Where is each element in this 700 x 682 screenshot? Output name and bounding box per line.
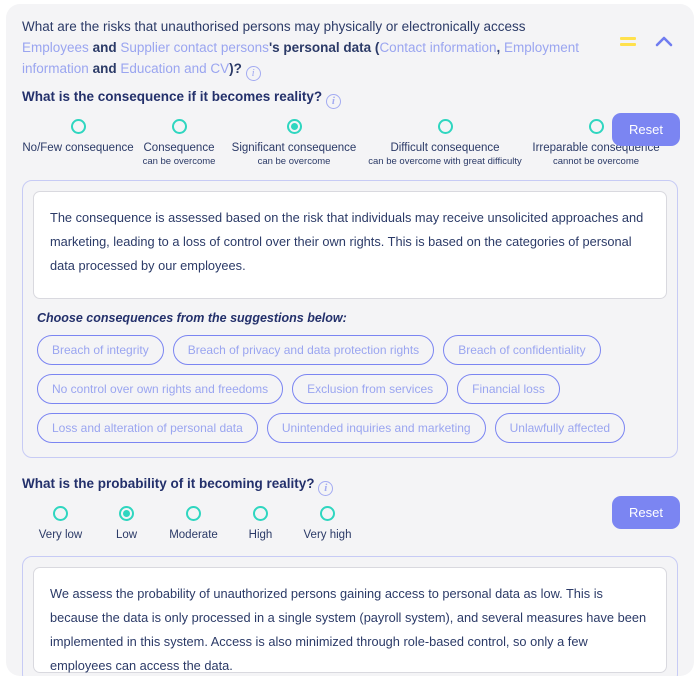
radio-label: High [248, 529, 273, 541]
link-education-and-cv[interactable]: Education and CV [120, 61, 229, 76]
suggestion-chip[interactable]: Financial loss [457, 374, 560, 404]
suggestion-chip[interactable]: Loss and alteration of personal data [37, 413, 258, 443]
radio-sublabel: can be overcome [257, 156, 331, 167]
probability-radio-row: Very low Low Moderate High Very high Res… [6, 496, 694, 544]
radio-dot[interactable] [70, 119, 86, 134]
probability-info-icon[interactable]: i [318, 481, 334, 496]
risk-question-line1: What are the risks that unauthorised per… [22, 19, 526, 34]
radio-label: Difficult consequence [390, 142, 500, 154]
probability-option-0[interactable]: Very low [28, 506, 93, 542]
suggestion-chip[interactable]: Breach of integrity [37, 335, 164, 365]
radio-label: Moderate [169, 529, 218, 541]
radio-dot[interactable] [320, 506, 335, 521]
radio-sublabel: cannot be overcome [552, 156, 640, 167]
suggestion-chip[interactable]: Exclusion from services [292, 374, 449, 404]
consequence-section-label: What is the consequence if it becomes re… [6, 81, 694, 109]
radio-sublabel: can be overcome [142, 156, 216, 167]
link-employees[interactable]: Employees [22, 40, 89, 55]
consequence-answer-textarea[interactable]: The consequence is assessed based on the… [33, 191, 667, 299]
radio-label: No/Few consequence [22, 142, 134, 154]
probability-option-2[interactable]: Moderate [160, 506, 227, 542]
radio-dot[interactable] [588, 119, 604, 134]
probability-section-label: What is the probability of it becoming r… [6, 458, 694, 496]
radio-dot[interactable] [437, 119, 453, 134]
consequence-info-icon[interactable]: i [325, 94, 341, 109]
probability-panel: We assess the probability of unauthorize… [22, 556, 678, 676]
radio-label: Low [115, 529, 138, 541]
question-mid-text: 's personal data ( [268, 40, 380, 55]
consequence-panel: The consequence is assessed based on the… [22, 180, 678, 458]
radio-dot[interactable] [253, 506, 268, 521]
chevron-up-icon[interactable] [654, 34, 674, 48]
consequence-reset-button[interactable]: Reset [612, 113, 680, 146]
consequence-radio-group: No/Few consequence Consequence can be ov… [6, 119, 694, 168]
probability-option-4[interactable]: Very high [294, 506, 361, 542]
radio-dot[interactable] [171, 119, 187, 134]
suggestion-chip[interactable]: Breach of confidentiality [443, 335, 601, 365]
link-supplier-contact-persons[interactable]: Supplier contact persons [120, 40, 269, 55]
radio-dot[interactable] [286, 119, 302, 134]
suggestion-chip[interactable]: Breach of privacy and data protection ri… [172, 335, 435, 365]
probability-label-text: What is the probability of it becoming r… [22, 476, 315, 491]
risk-assessment-card: What are the risks that unauthorised per… [6, 4, 694, 676]
radio-label: Significant consequence [231, 142, 357, 154]
consequence-label-text: What is the consequence if it becomes re… [22, 89, 323, 104]
conjunction-and-1: and [92, 40, 117, 55]
probability-answer-textarea[interactable]: We assess the probability of unauthorize… [33, 567, 667, 673]
radio-label: Very high [303, 529, 352, 541]
risk-question: What are the risks that unauthorised per… [22, 16, 620, 81]
suggestion-chip[interactable]: No control over own rights and freedoms [37, 374, 284, 404]
probability-radio-group: Very low Low Moderate High Very high [6, 506, 694, 542]
suggestion-chip[interactable]: Unintended inquiries and marketing [266, 413, 486, 443]
consequence-suggestion-chips: Breach of integrity Breach of privacy an… [33, 325, 667, 447]
probability-option-3[interactable]: High [227, 506, 294, 542]
question-comma: , [496, 40, 505, 55]
radio-dot[interactable] [186, 506, 201, 521]
consequence-option-2[interactable]: Significant consequence can be overcome [224, 119, 364, 168]
header-actions [620, 16, 680, 48]
probability-reset-button[interactable]: Reset [612, 496, 680, 529]
radio-sublabel: can be overcome with great difficulty [368, 156, 522, 167]
radio-dot[interactable] [53, 506, 68, 521]
question-tail-text: )? [229, 61, 242, 76]
consequence-option-0[interactable]: No/Few consequence [22, 119, 134, 155]
consequence-radio-row: No/Few consequence Consequence can be ov… [6, 109, 694, 170]
probability-option-1[interactable]: Low [93, 506, 160, 542]
conjunction-and-2: and [92, 61, 117, 76]
bars-icon[interactable] [620, 35, 636, 47]
radio-label: Very low [38, 529, 83, 541]
card-header: What are the risks that unauthorised per… [6, 4, 694, 81]
consequence-suggestions-title: Choose consequences from the suggestions… [37, 311, 347, 325]
consequence-option-1[interactable]: Consequence can be overcome [134, 119, 224, 168]
info-icon[interactable]: i [245, 66, 261, 81]
suggestion-chip[interactable]: Unlawfully affected [494, 413, 626, 443]
link-contact-information[interactable]: Contact information [379, 40, 496, 55]
radio-dot[interactable] [119, 506, 134, 521]
radio-label: Consequence [143, 142, 215, 154]
consequence-option-3[interactable]: Difficult consequence can be overcome wi… [364, 119, 526, 168]
